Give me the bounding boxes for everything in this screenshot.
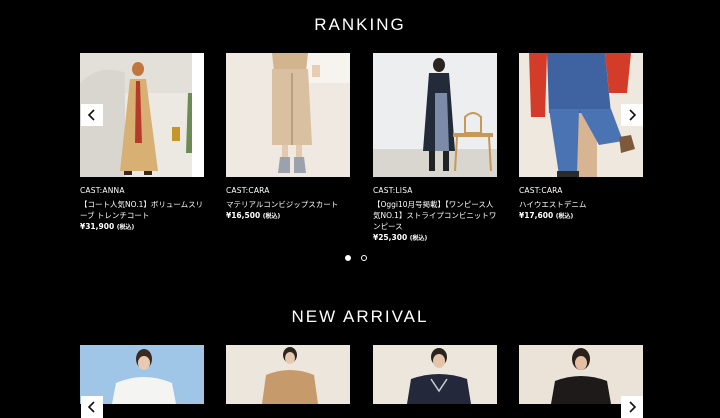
chevron-right-icon bbox=[629, 401, 637, 413]
product-card[interactable]: CAST:ANNA 【コート人気NO.1】ボリュームスリーブ トレンチコート ¥… bbox=[80, 53, 204, 231]
tax-label: (税込) bbox=[555, 213, 574, 220]
product-name[interactable]: ハイウエストデニム bbox=[519, 199, 643, 210]
chevron-left-icon bbox=[87, 109, 95, 121]
price-value: ¥17,600 bbox=[519, 211, 554, 220]
cast-label: CAST:ANNA bbox=[80, 186, 125, 195]
chevron-right-icon bbox=[629, 109, 637, 121]
tax-label: (税込) bbox=[409, 235, 428, 242]
product-price: ¥25,300 (税込) bbox=[373, 233, 497, 242]
product-image[interactable] bbox=[226, 53, 350, 177]
product-image[interactable] bbox=[373, 345, 497, 404]
carousel-next-button[interactable] bbox=[621, 104, 643, 126]
product-name[interactable]: 【Oggi10月号掲載】【ワンピース人気NO.1】ストライプコンビニットワンピー… bbox=[373, 199, 497, 232]
carousel-prev-button[interactable] bbox=[81, 104, 103, 126]
carousel-prev-button[interactable] bbox=[81, 396, 103, 418]
chevron-left-icon bbox=[87, 401, 95, 413]
pagination-dot-1[interactable] bbox=[345, 255, 351, 261]
pagination-dot-2[interactable] bbox=[361, 255, 367, 261]
new-arrival-title: NEW ARRIVAL bbox=[291, 307, 429, 326]
tax-label: (税込) bbox=[262, 213, 281, 220]
product-card[interactable]: CAST:CARA ハイウエストデニム ¥17,600 (税込) bbox=[519, 53, 643, 220]
product-name[interactable]: 【コート人気NO.1】ボリュームスリーブ トレンチコート bbox=[80, 199, 204, 221]
price-value: ¥25,300 bbox=[373, 233, 408, 242]
tax-label: (税込) bbox=[116, 224, 135, 231]
price-value: ¥16,500 bbox=[226, 211, 261, 220]
product-image[interactable] bbox=[373, 53, 497, 177]
product-card[interactable]: CAST:LISA 【Oggi10月号掲載】【ワンピース人気NO.1】ストライプ… bbox=[373, 53, 497, 242]
cast-label: CAST:CARA bbox=[519, 186, 563, 195]
ranking-title: RANKING bbox=[314, 15, 406, 34]
product-price: ¥31,900 (税込) bbox=[80, 222, 204, 231]
product-price: ¥16,500 (税込) bbox=[226, 211, 350, 220]
product-image[interactable] bbox=[226, 345, 350, 404]
price-value: ¥31,900 bbox=[80, 222, 115, 231]
carousel-next-button[interactable] bbox=[621, 396, 643, 418]
carousel-pagination bbox=[345, 255, 367, 261]
cast-label: CAST:LISA bbox=[373, 186, 413, 195]
product-price: ¥17,600 (税込) bbox=[519, 211, 643, 220]
product-card[interactable]: CAST:CARA マテリアルコンビジップスカート ¥16,500 (税込) bbox=[226, 53, 350, 220]
cast-label: CAST:CARA bbox=[226, 186, 270, 195]
product-name[interactable]: マテリアルコンビジップスカート bbox=[226, 199, 350, 210]
